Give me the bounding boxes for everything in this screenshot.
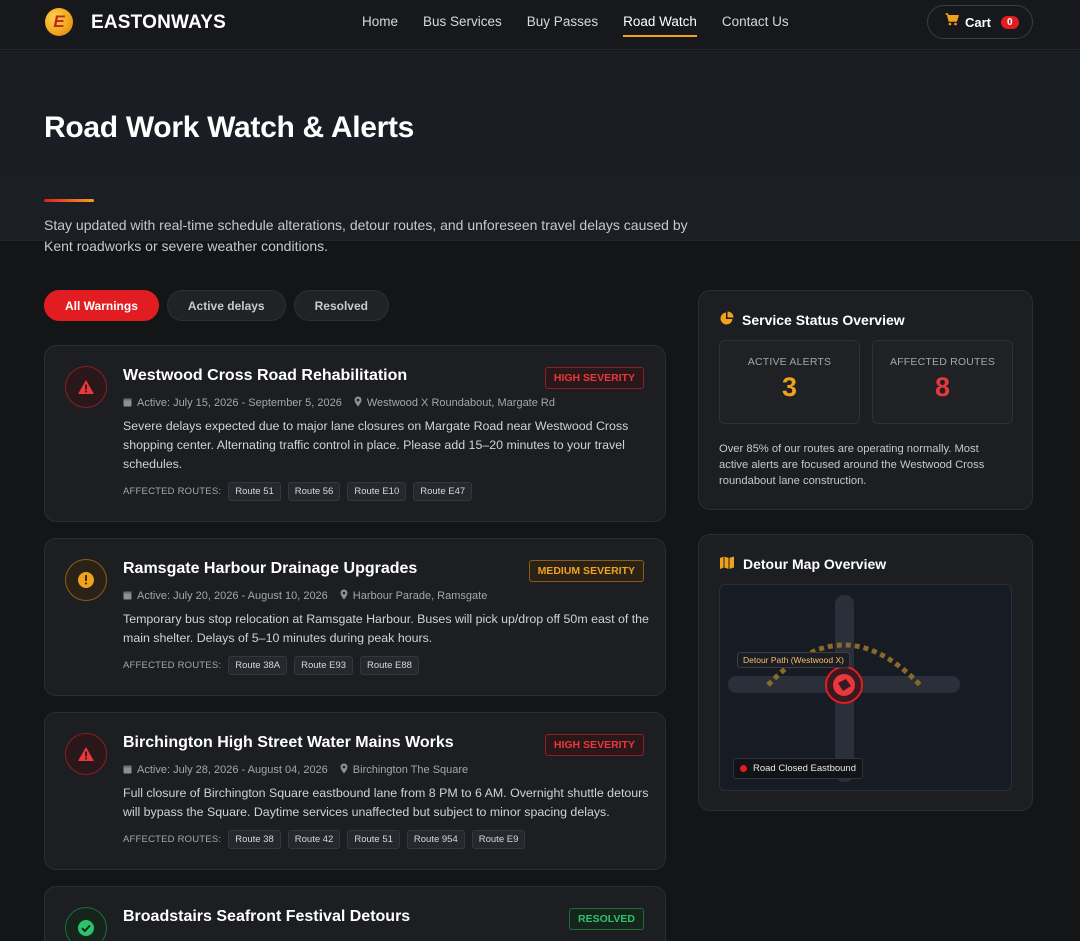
- alert-dates: Active: July 28, 2026 - August 04, 2026: [137, 764, 328, 776]
- alert-meta: Active: July 28, 2026 - August 04, 2026 …: [123, 763, 468, 777]
- route-chip[interactable]: Route E10: [347, 482, 407, 501]
- route-chip[interactable]: Route 38: [228, 830, 281, 849]
- alert-title: Westwood Cross Road Rehabilitation: [123, 367, 408, 384]
- nav-link-contact-us[interactable]: Contact Us: [722, 14, 789, 37]
- exclamation-circle-icon: [65, 559, 107, 601]
- legend-label: Road Closed Eastbound: [753, 763, 856, 774]
- route-chip[interactable]: Route 38A: [228, 656, 288, 675]
- cart-count-badge: 0: [1001, 15, 1019, 29]
- route-chip[interactable]: Route E88: [360, 656, 419, 675]
- route-chip[interactable]: Route 56: [287, 482, 341, 501]
- page-title: Road Work Watch & Alerts: [44, 111, 415, 144]
- active-alerts-stat: ACTIVE ALERTS 3: [719, 340, 860, 424]
- map-pin-icon: [340, 589, 348, 603]
- alert-location: Westwood X Roundabout, Margate Rd: [366, 397, 555, 409]
- status-note: Over 85% of our routes are operating nor…: [719, 443, 985, 487]
- nav-link-bus-services[interactable]: Bus Services: [423, 14, 502, 37]
- pie-chart-icon: [719, 311, 734, 329]
- map-icon: [719, 555, 735, 572]
- service-status-panel: Service Status Overview ACTIVE ALERTS 3 …: [698, 290, 1033, 510]
- nav-links: Home Bus Services Buy Passes Road Watch …: [362, 14, 814, 37]
- route-chip[interactable]: Route 954: [406, 830, 465, 849]
- nav-link-road-watch[interactable]: Road Watch: [623, 14, 697, 37]
- closed-road-dot: [740, 765, 747, 772]
- filter-tabs: All Warnings Active delays Resolved: [44, 290, 389, 321]
- top-navbar: E EASTONWAYS Home Bus Services Buy Passe…: [0, 0, 1080, 50]
- alert-location: Harbour Parade, Ramsgate: [352, 590, 488, 602]
- affected-routes: AFFECTED ROUTES: Route 51 Route 56 Route…: [123, 482, 479, 501]
- route-chip[interactable]: Route 42: [287, 830, 341, 849]
- stat-value: 3: [781, 372, 798, 402]
- warning-triangle-icon: [65, 733, 107, 775]
- detour-path-tag: Detour Path (Westwood X): [737, 652, 850, 668]
- filter-all-warnings[interactable]: All Warnings: [44, 290, 159, 321]
- affected-routes-label: AFFECTED ROUTES:: [123, 486, 222, 497]
- alert-description: Severe delays expected due to major lane…: [123, 419, 629, 471]
- alert-card[interactable]: Broadstairs Seafront Festival Detours RE…: [44, 886, 666, 941]
- detour-map-title: Detour Map Overview: [719, 555, 886, 572]
- alert-card[interactable]: Westwood Cross Road Rehabilitation HIGH …: [44, 345, 666, 522]
- alert-meta: Active: July 15, 2026 - September 5, 202…: [123, 396, 555, 410]
- title-underline: [44, 199, 94, 202]
- check-circle-icon: [65, 907, 107, 941]
- calendar-icon: [123, 397, 132, 410]
- alert-meta: Active: July 20, 2026 - August 10, 2026 …: [123, 589, 487, 603]
- filter-active-delays[interactable]: Active delays: [166, 290, 286, 321]
- alert-card[interactable]: Ramsgate Harbour Drainage Upgrades MEDIU…: [44, 538, 666, 696]
- stat-label: ACTIVE ALERTS: [747, 356, 832, 368]
- alert-location: Birchington The Square: [352, 764, 469, 776]
- service-status-title: Service Status Overview: [719, 311, 905, 329]
- route-chip[interactable]: Route E93: [294, 656, 354, 675]
- alert-card[interactable]: Birchington High Street Water Mains Work…: [44, 712, 666, 870]
- affected-routes-label: AFFECTED ROUTES:: [123, 660, 222, 671]
- stat-value: 8: [934, 372, 951, 402]
- detour-map-panel: Detour Map Overview Detour Path (Westwoo…: [698, 534, 1033, 811]
- severity-badge: HIGH SEVERITY: [544, 367, 644, 389]
- calendar-icon: [123, 764, 132, 777]
- affected-routes: AFFECTED ROUTES: Route 38A Route E93 Rou…: [123, 656, 426, 675]
- calendar-icon: [123, 590, 132, 603]
- map-legend: Road Closed Eastbound: [733, 758, 863, 779]
- route-chip[interactable]: Route 51: [228, 482, 281, 501]
- severity-badge: MEDIUM SEVERITY: [528, 560, 644, 582]
- hero-section: Road Work Watch & Alerts Stay updated wi…: [0, 51, 1080, 254]
- map-pin-icon: [340, 763, 348, 777]
- cart-icon: [945, 13, 959, 31]
- map-pin-icon: [354, 396, 362, 410]
- cart-button[interactable]: Cart 0: [927, 5, 1033, 39]
- route-chip[interactable]: Route 51: [347, 830, 400, 849]
- route-chip[interactable]: Route E47: [413, 482, 473, 501]
- affected-routes: AFFECTED ROUTES: Route 38 Route 42 Route…: [123, 830, 532, 849]
- alert-dates: Active: July 15, 2026 - September 5, 202…: [137, 397, 342, 409]
- affected-routes-stat: AFFECTED ROUTES 8: [872, 340, 1013, 424]
- route-chip[interactable]: Route E9: [471, 830, 526, 849]
- alert-description: Full closure of Birchington Square eastb…: [123, 786, 649, 819]
- cart-label: Cart: [965, 14, 992, 30]
- page-subtitle: Stay updated with real-time schedule alt…: [44, 217, 688, 254]
- stat-label: AFFECTED ROUTES: [889, 356, 996, 368]
- alert-title: Broadstairs Seafront Festival Detours: [123, 908, 411, 925]
- affected-routes-label: AFFECTED ROUTES:: [123, 834, 222, 845]
- brand-name[interactable]: EASTONWAYS: [91, 12, 226, 34]
- alert-description: Temporary bus stop relocation at Ramsgat…: [123, 612, 649, 645]
- warning-triangle-icon: [65, 366, 107, 408]
- alert-title: Ramsgate Harbour Drainage Upgrades: [123, 560, 418, 577]
- filter-resolved[interactable]: Resolved: [293, 290, 389, 321]
- alert-dates: Active: July 20, 2026 - August 10, 2026: [137, 590, 328, 602]
- severity-badge: HIGH SEVERITY: [544, 734, 644, 756]
- alert-title: Birchington High Street Water Mains Work…: [123, 734, 454, 751]
- detour-map[interactable]: Detour Path (Westwood X) Road Closed Eas…: [719, 584, 1012, 791]
- nav-link-home[interactable]: Home: [362, 14, 398, 37]
- nav-link-buy-passes[interactable]: Buy Passes: [527, 14, 598, 37]
- severity-badge: RESOLVED: [569, 908, 644, 930]
- logo-icon[interactable]: E: [45, 8, 73, 36]
